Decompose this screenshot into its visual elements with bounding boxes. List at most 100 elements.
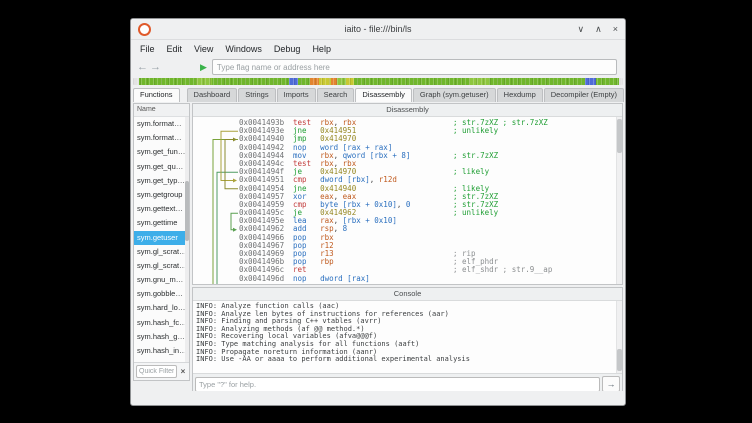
menu-item-windows[interactable]: Windows xyxy=(219,43,268,55)
search-input[interactable] xyxy=(212,59,617,75)
disassembly-dock-title[interactable]: Disassembly xyxy=(193,104,622,117)
instruction-comment xyxy=(453,176,622,184)
window-controls: ∨ ∧ × xyxy=(578,19,618,39)
menu-bar: FileEditViewWindowsDebugHelp xyxy=(131,40,625,57)
colorbar-segment xyxy=(354,78,469,85)
tab-bar: Functions DashboardStringsImportsSearchD… xyxy=(131,86,625,102)
disassembly-scrollbar[interactable] xyxy=(616,117,622,284)
menu-item-file[interactable]: File xyxy=(134,43,161,55)
back-icon[interactable]: ← xyxy=(136,62,149,73)
instruction-comment xyxy=(453,234,622,242)
disassembly-line[interactable]: 0x0041496d nop dword [rax] xyxy=(193,275,622,283)
instruction: pop rbp xyxy=(293,258,453,266)
function-item[interactable]: sym.get_typ… xyxy=(134,174,189,188)
function-item[interactable]: sym.gl_scrat… xyxy=(134,245,189,259)
instruction-comment xyxy=(453,225,622,233)
function-item[interactable]: sym.hash_fc… xyxy=(134,316,189,330)
instruction-comment xyxy=(453,242,622,250)
instruction-comment: ; str.7zXZ xyxy=(453,201,622,209)
instruction: nop dword [rax] xyxy=(293,275,453,283)
functions-column-header[interactable]: Name xyxy=(134,104,189,117)
functions-scrollbar-thumb[interactable] xyxy=(185,181,189,241)
tab-strings[interactable]: Strings xyxy=(238,88,275,102)
disassembly-scrollbar-thumb[interactable] xyxy=(617,119,622,153)
instruction-comment xyxy=(453,144,622,152)
menu-item-help[interactable]: Help xyxy=(306,43,337,55)
colorbar-segment xyxy=(289,78,299,85)
console-dock: Console INFO: Analyze function calls (aa… xyxy=(192,287,623,391)
tab-imports[interactable]: Imports xyxy=(277,88,316,102)
iaito-window: iaito - file:///bin/ls ∨ ∧ × FileEditVie… xyxy=(130,18,626,406)
window-title: iaito - file:///bin/ls xyxy=(131,24,625,34)
function-item[interactable]: sym.get_fun… xyxy=(134,145,189,159)
instruction-comment xyxy=(453,160,622,168)
colorbar-segment xyxy=(139,78,197,85)
tab-decompiler-empty[interactable]: Decompiler (Empty) xyxy=(544,88,624,102)
instruction-comment: ; rip xyxy=(453,250,622,258)
console-input-row: → xyxy=(193,373,622,391)
console-send-button[interactable]: → xyxy=(602,376,620,391)
console-lines: INFO: Analyze function calls (aac)INFO: … xyxy=(193,301,622,364)
menu-item-view[interactable]: View xyxy=(188,43,219,55)
console-dock-title[interactable]: Console xyxy=(193,288,622,301)
function-item[interactable]: sym.get_qu… xyxy=(134,160,189,174)
maximize-icon[interactable]: ∧ xyxy=(595,19,602,39)
tab-functions[interactable]: Functions xyxy=(133,88,180,102)
main-column: Disassembly 0x0041493btest rbx xyxy=(192,103,623,391)
instruction-comment xyxy=(453,217,622,225)
memory-colorbar[interactable] xyxy=(133,78,623,85)
function-item[interactable]: sym.gl_scrat… xyxy=(134,259,189,273)
console-scrollbar-thumb[interactable] xyxy=(617,349,622,371)
console-input[interactable] xyxy=(195,377,600,392)
console-output: INFO: Analyze function calls (aac)INFO: … xyxy=(193,301,622,373)
title-bar[interactable]: iaito - file:///bin/ls ∨ ∧ × xyxy=(131,19,625,40)
instruction-comment: ; str.7zXZ ; str.7zXZ xyxy=(453,119,622,127)
tab-graph-sym-getuser[interactable]: Graph (sym.getuser) xyxy=(413,88,496,102)
function-item[interactable]: sym.hard_lo… xyxy=(134,301,189,315)
instruction-comment xyxy=(453,135,622,143)
function-item[interactable]: sym.hash_g… xyxy=(134,330,189,344)
function-item[interactable]: sym.gnu_m… xyxy=(134,273,189,287)
clear-filter-icon[interactable]: × xyxy=(179,367,187,376)
main-tabs: DashboardStringsImportsSearchDisassembly… xyxy=(187,88,625,102)
menu-item-edit[interactable]: Edit xyxy=(161,43,189,55)
tab-search[interactable]: Search xyxy=(317,88,355,102)
quick-filter-input[interactable] xyxy=(136,365,177,378)
tab-hexdump[interactable]: Hexdump xyxy=(497,88,543,102)
minimize-icon[interactable]: ∨ xyxy=(578,19,585,39)
toolbar: ← → ▶ xyxy=(131,57,625,77)
close-icon[interactable]: × xyxy=(613,19,618,39)
function-item[interactable]: sym.gettime xyxy=(134,216,189,230)
function-item[interactable]: sym.getgroup xyxy=(134,188,189,202)
iaito-logo-icon xyxy=(138,23,151,36)
colorbar-segment xyxy=(346,78,354,85)
function-item[interactable]: sym.format… xyxy=(134,131,189,145)
functions-items: sym.format…sym.format…sym.get_fun…sym.ge… xyxy=(134,117,189,358)
instruction-comment: ; unlikely xyxy=(453,209,622,217)
function-item[interactable]: sym.hash_in… xyxy=(134,344,189,358)
colorbar-segment xyxy=(337,78,347,85)
quick-filter-row: × xyxy=(134,362,189,380)
function-item[interactable]: sym.getuser xyxy=(134,231,189,245)
play-icon[interactable]: ▶ xyxy=(200,62,207,73)
function-item[interactable]: sym.format… xyxy=(134,117,189,131)
colorbar-segment xyxy=(489,78,585,85)
function-item[interactable]: sym.gobble… xyxy=(134,287,189,301)
functions-scrollbar[interactable] xyxy=(185,117,189,362)
content-area: Name sym.format…sym.format…sym.get_fun…s… xyxy=(131,102,625,405)
disassembly-view[interactable]: 0x0041493btest rbx, rbx; str.7zXZ ; str.… xyxy=(193,117,622,284)
tab-disassembly[interactable]: Disassembly xyxy=(355,88,412,102)
function-item[interactable]: sym.gettext… xyxy=(134,202,189,216)
functions-panel: Name sym.format…sym.format…sym.get_fun…s… xyxy=(133,103,190,381)
instruction-address: 0x0041496d xyxy=(239,275,289,283)
colorbar-segment xyxy=(196,78,211,85)
colorbar-segment xyxy=(310,78,320,85)
menu-item-debug[interactable]: Debug xyxy=(268,43,307,55)
instruction-comment: ; likely xyxy=(453,168,622,176)
colorbar-segment xyxy=(619,78,623,85)
console-scrollbar[interactable] xyxy=(616,301,622,373)
tab-dashboard[interactable]: Dashboard xyxy=(187,88,238,102)
instruction-comment: ; str.7zXZ xyxy=(453,152,622,160)
instruction-comment: ; unlikely xyxy=(453,127,622,135)
forward-icon[interactable]: → xyxy=(149,62,162,73)
